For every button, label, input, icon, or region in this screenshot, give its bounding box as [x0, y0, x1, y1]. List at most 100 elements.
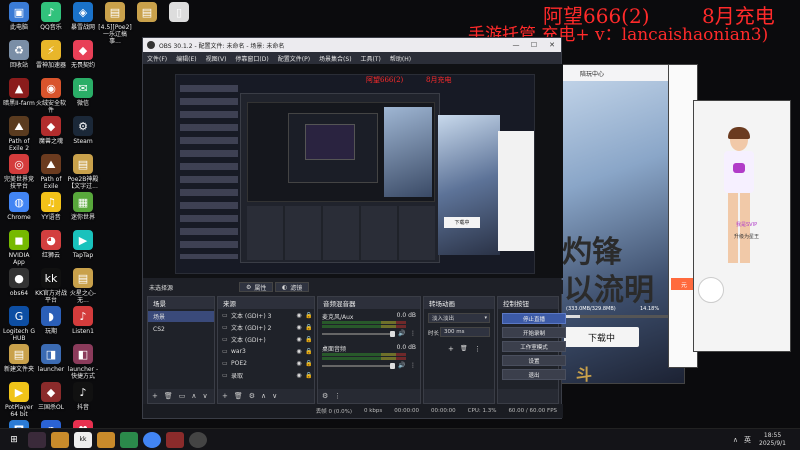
- desktop-icon[interactable]: ▶ TapTap: [66, 230, 100, 259]
- menu-item[interactable]: 场景集合(S): [319, 54, 352, 63]
- desktop-icon[interactable]: ◆ 魔兽之魂: [34, 116, 68, 145]
- desktop-icon[interactable]: ⚡ 雷神加速器: [34, 40, 68, 69]
- maximize-icon[interactable]: ☐: [525, 41, 543, 49]
- menu-item[interactable]: 编辑(E): [176, 54, 196, 63]
- desktop-icon[interactable]: ◎ 完美世界竞技平台: [2, 154, 36, 190]
- clock[interactable]: 18:55 2025/9/1: [759, 432, 786, 448]
- character-window[interactable]: 我是SVIP 升级为星王: [693, 100, 791, 352]
- eye-icon[interactable]: ◉: [294, 336, 304, 343]
- menu-item[interactable]: 工具(T): [361, 54, 381, 63]
- desktop-icon[interactable]: ◗ 玩期: [34, 306, 68, 335]
- desktop-icon[interactable]: ▤ 火星之心-无...: [66, 268, 100, 304]
- desktop-icon[interactable]: ▤: [130, 2, 164, 24]
- desktop-icon[interactable]: ♪ QQ音乐: [34, 2, 68, 31]
- close-icon[interactable]: ✕: [543, 41, 561, 49]
- desktop-icon[interactable]: ◉ 火绒安全软件: [34, 78, 68, 114]
- settings-button[interactable]: 设置: [502, 355, 566, 366]
- desktop-icon[interactable]: ✉ 微信: [66, 78, 100, 107]
- add-scene-icon[interactable]: +: [152, 392, 158, 400]
- desktop-icon[interactable]: ● obs64: [2, 268, 36, 297]
- scene-item[interactable]: 场景: [148, 311, 214, 322]
- filters-button[interactable]: ◐ 滤镜: [275, 282, 310, 292]
- mixer-settings-icon[interactable]: ⚙: [322, 392, 328, 400]
- lock-icon[interactable]: 🔒: [304, 336, 314, 343]
- speaker-icon[interactable]: 🔊: [398, 330, 405, 337]
- obs-preview[interactable]: 阿望666(2) 8月充电 下载中: [143, 64, 563, 278]
- volume-slider[interactable]: [322, 363, 395, 369]
- scene-item[interactable]: CS2: [148, 324, 214, 335]
- desktop-icon[interactable]: ◆ 三国杀OL: [34, 382, 68, 411]
- scene-up-icon[interactable]: ∧: [191, 392, 196, 400]
- source-item[interactable]: ▭ POE2 ◉ 🔒: [218, 357, 314, 369]
- desktop-icon[interactable]: ▶ PotPlayer 64 bit: [2, 382, 36, 418]
- source-item[interactable]: ▭ 文本 (GDI+) 3 ◉ 🔒: [218, 309, 314, 321]
- desktop-icon[interactable]: ⛰ Path of Exile 2: [2, 116, 36, 152]
- exit-button[interactable]: 退出: [502, 369, 566, 380]
- avatar[interactable]: [698, 277, 724, 303]
- obs-title-bar[interactable]: OBS 30.1.2 - 配置文件: 未命名 - 场景: 未命名 — ☐ ✕: [143, 38, 561, 52]
- desktop-icon[interactable]: kk KK官方对战平台: [34, 268, 68, 304]
- lock-icon[interactable]: 🔒: [304, 312, 314, 319]
- scene-config-icon[interactable]: ▭: [179, 392, 186, 400]
- desktop-icon[interactable]: ▤ Poe2B神殿【文字过...: [66, 154, 100, 190]
- start-icon[interactable]: ⊞: [5, 432, 23, 448]
- menu-item[interactable]: 视图(V): [206, 54, 227, 63]
- volume-slider-knob[interactable]: [390, 363, 395, 369]
- speaker-icon[interactable]: 🔊: [398, 362, 405, 369]
- desktop-icon[interactable]: ◼ NVIDIA App: [2, 230, 36, 266]
- desktop-icon[interactable]: ▤ [4.5][Poe2]一乐辽搞事...: [98, 2, 132, 45]
- taskbar-app-7[interactable]: [166, 431, 184, 448]
- remove-scene-icon[interactable]: 🗑: [164, 392, 173, 400]
- desktop-icon[interactable]: ▦ 迷你世界: [66, 192, 100, 221]
- language-indicator[interactable]: 英: [744, 435, 751, 445]
- desktop-icon[interactable]: ◨ launcher: [34, 344, 68, 373]
- source-down-icon[interactable]: ∨: [272, 392, 277, 400]
- eye-icon[interactable]: ◉: [294, 372, 304, 379]
- lock-icon[interactable]: 🔒: [304, 348, 314, 355]
- lock-icon[interactable]: 🔒: [304, 324, 314, 331]
- menu-item[interactable]: 配置文件(P): [278, 54, 310, 63]
- tray-chevron-icon[interactable]: ∧: [733, 436, 738, 444]
- menu-item[interactable]: 文件(F): [147, 54, 167, 63]
- source-item[interactable]: ▭ 录取 ◉ 🔒: [218, 369, 314, 381]
- remove-source-icon[interactable]: 🗑: [234, 392, 243, 400]
- source-item[interactable]: ▭ 文本 (GDI+) ◉ 🔒: [218, 333, 314, 345]
- studio-mode-button[interactable]: 工作室模式: [502, 341, 566, 352]
- eye-icon[interactable]: ◉: [294, 360, 304, 367]
- volume-slider[interactable]: [322, 331, 395, 337]
- desktop-icon[interactable]: G Logitech G HUB: [2, 306, 36, 342]
- taskbar-app-3[interactable]: kk: [74, 431, 92, 448]
- duration-input[interactable]: 300 ms: [440, 327, 490, 337]
- start-recording-button[interactable]: 开始录制: [502, 327, 566, 338]
- add-source-icon[interactable]: +: [222, 392, 228, 400]
- desktop-icon[interactable]: ▣ 此电脑: [2, 2, 36, 31]
- download-button[interactable]: 下载中: [564, 327, 639, 347]
- lock-icon[interactable]: 🔒: [304, 372, 314, 379]
- scene-down-icon[interactable]: ∨: [203, 392, 208, 400]
- stop-streaming-button[interactable]: 停止直播: [502, 313, 566, 324]
- remove-transition-icon[interactable]: 🗑: [460, 345, 468, 352]
- desktop-icon[interactable]: ◍ Chrome: [2, 192, 36, 221]
- source-item[interactable]: ▭ war3 ◉ 🔒: [218, 345, 314, 357]
- desktop-icon[interactable]: ⚙ Steam: [66, 116, 100, 145]
- obs-window[interactable]: OBS 30.1.2 - 配置文件: 未命名 - 场景: 未命名 — ☐ ✕ 文…: [142, 37, 566, 419]
- desktop-icon[interactable]: ◆ 无畏契约: [66, 40, 100, 69]
- taskbar-app-5[interactable]: [120, 431, 138, 448]
- taskbar-app-4[interactable]: [97, 431, 115, 448]
- menu-item[interactable]: 帮助(H): [390, 54, 411, 63]
- properties-button[interactable]: ⚙ 属性: [239, 282, 274, 292]
- eye-icon[interactable]: ◉: [294, 324, 304, 331]
- source-settings-icon[interactable]: ⚙: [249, 392, 255, 400]
- desktop-icon[interactable]: ♪ Listen1: [66, 306, 100, 335]
- mixer-menu-icon[interactable]: ⋮: [334, 392, 341, 400]
- taskbar-app-1[interactable]: [28, 431, 46, 448]
- desktop-icon[interactable]: ◕ 红狮云: [34, 230, 68, 259]
- channel-menu-icon[interactable]: ⋮: [410, 362, 416, 369]
- desktop-icon[interactable]: ▲ 暗黑II-farm: [2, 78, 36, 107]
- desktop-icon[interactable]: ◈ 暴雪战网: [66, 2, 100, 31]
- desktop-icon[interactable]: ♪ 抖音: [66, 382, 100, 411]
- source-up-icon[interactable]: ∧: [261, 392, 266, 400]
- channel-menu-icon[interactable]: ⋮: [410, 330, 416, 337]
- desktop-icon[interactable]: ◧ launcher - 快捷方式: [66, 344, 100, 380]
- eye-icon[interactable]: ◉: [294, 312, 304, 319]
